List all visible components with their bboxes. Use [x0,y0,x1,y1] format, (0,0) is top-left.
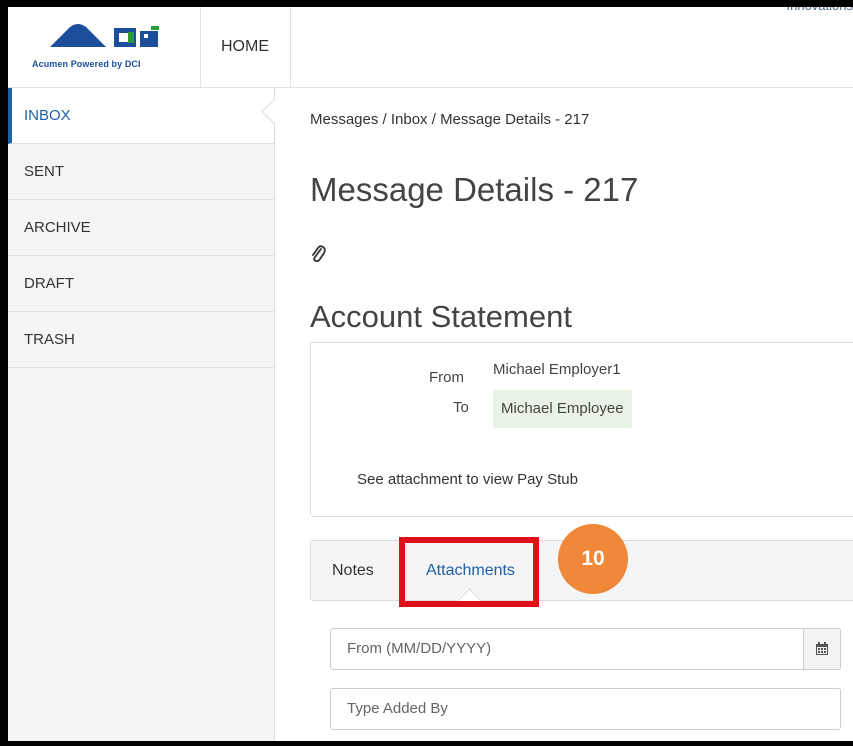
sidebar-item-inbox[interactable]: INBOX [8,88,274,144]
main-content: Messages / Inbox / Message Details - 217… [275,88,853,741]
sidebar-item-draft[interactable]: DRAFT [8,256,274,312]
app-window: Innovations Acumen Powered by DCI HOME I… [0,0,853,746]
step-badge: 10 [558,524,628,594]
sidebar-item-trash[interactable]: TRASH [8,312,274,368]
message-subject: Account Statement [310,299,572,334]
message-body: See attachment to view Pay Stub [357,471,578,488]
logo-text: Acumen Powered by DCI [32,59,141,69]
sidebar: INBOX SENT ARCHIVE DRAFT TRASH [8,88,275,741]
sidebar-item-sent[interactable]: SENT [8,144,274,200]
tagline: Innovations [786,0,853,13]
added-by-input[interactable]: Type Added By [330,688,841,730]
top-bar: Acumen Powered by DCI HOME [8,7,853,88]
paperclip-icon[interactable] [310,244,326,264]
from-date-input[interactable]: From (MM/DD/YYYY) [330,628,841,670]
breadcrumb: Messages / Inbox / Message Details - 217 [310,111,590,128]
to-recipient-chip: Michael Employee [493,390,632,428]
nav-home[interactable]: HOME [200,7,291,87]
from-label: From [429,369,464,386]
highlight-box [399,537,539,607]
dci-logo-icon [50,24,159,47]
to-label: To [453,399,469,416]
message-panel: From Michael Employer1 To Michael Employ… [310,342,853,517]
page-title: Message Details - 217 [310,171,639,208]
tab-notes[interactable]: Notes [332,541,374,600]
sidebar-item-archive[interactable]: ARCHIVE [8,200,274,256]
logo[interactable]: Acumen Powered by DCI [8,7,201,87]
calendar-icon [816,642,828,655]
from-value: Michael Employer1 [493,361,621,378]
calendar-button[interactable] [803,628,841,670]
